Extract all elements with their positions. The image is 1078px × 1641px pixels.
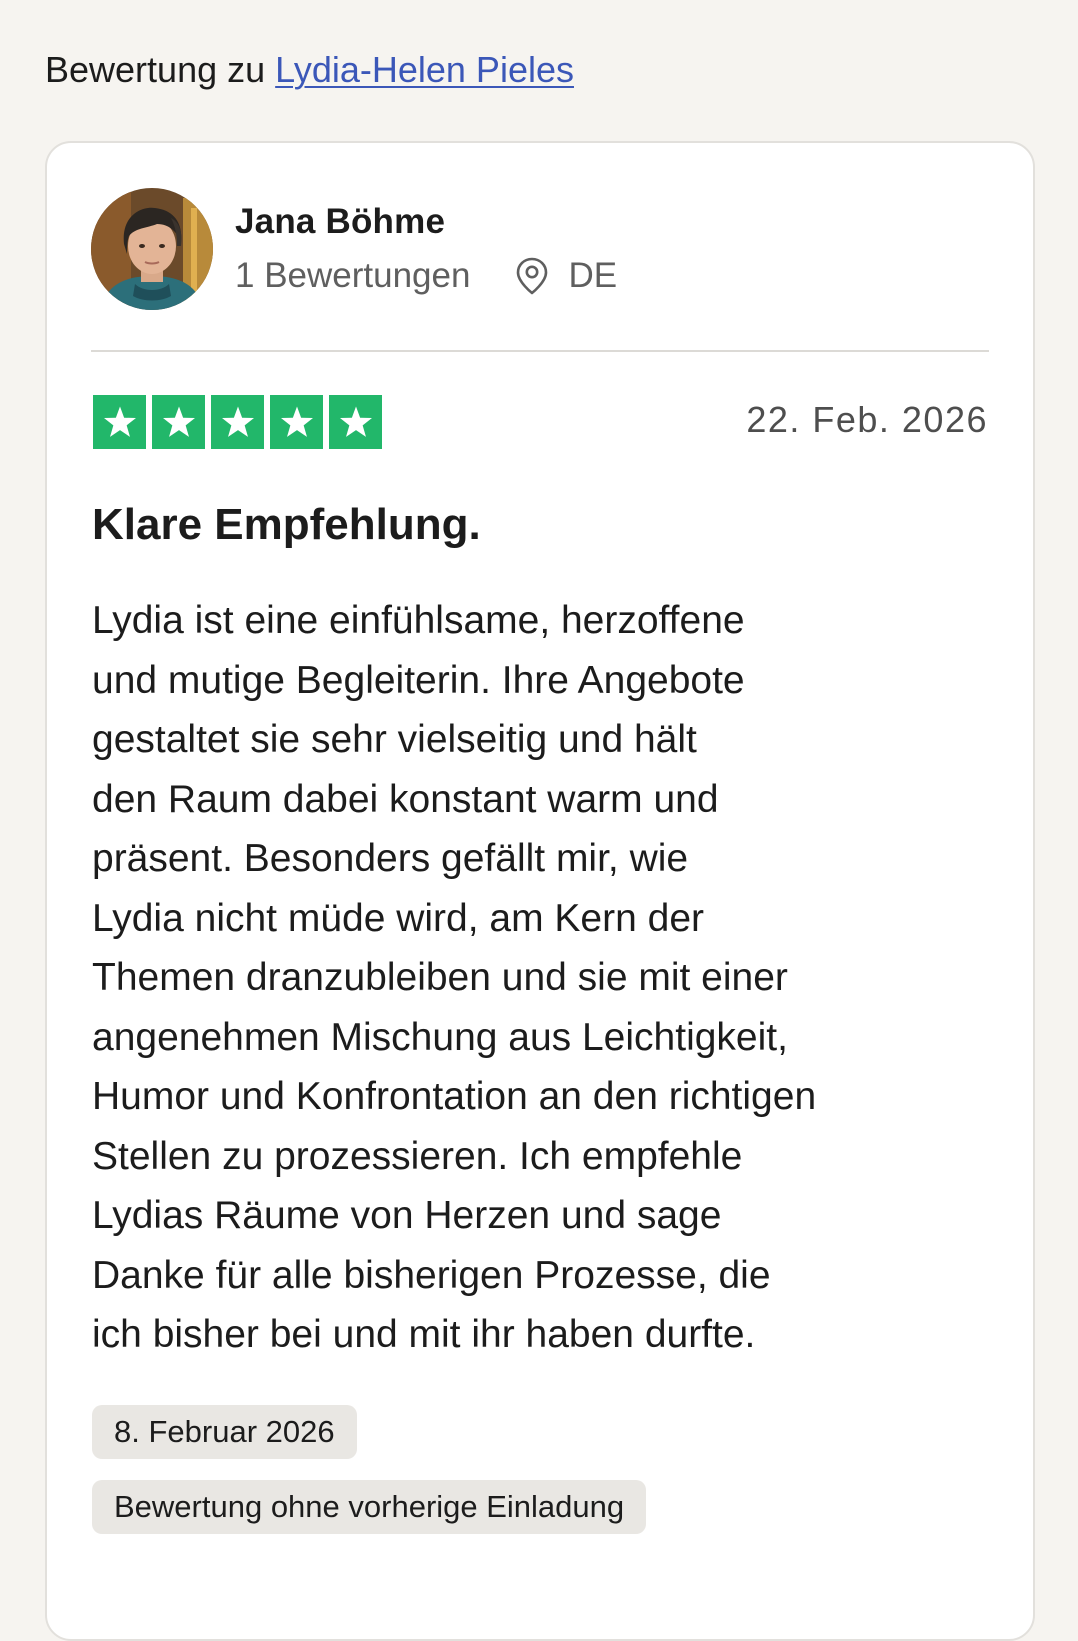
star-icon [93,395,146,449]
location: DE [514,253,617,299]
reviewer-section: Jana Böhme 1 Bewertungen DE [91,187,617,311]
review-text-line: Stellen zu prozessieren. Ich empfehle [92,1134,743,1178]
star-icon [152,395,205,449]
review-count: 1 Bewertungen [235,256,471,295]
star-icon [211,395,264,449]
experience-date-badge: 8. Februar 2026 [92,1405,357,1459]
review-text-line: Lydias Räume von Herzen und sage [92,1194,722,1237]
star-icon [329,395,382,449]
review-date: 22. Feb. 2026 [746,399,988,440]
reviewer-name[interactable]: Jana Böhme [235,199,617,245]
review-text-line: präsent. Besonders gefällt mir, wie [92,837,689,880]
star-rating [93,395,382,449]
review-text-line: Humor und Konfrontation an den richtigen [92,1075,817,1118]
invitation-status-badge[interactable]: Bewertung ohne vorherige Einladung [92,1480,647,1534]
page-header: Bewertung zu Lydia-Helen Pieles [45,46,574,94]
review-card: Jana Böhme 1 Bewertungen DE 22. Feb. 202… [45,141,1035,1641]
company-link[interactable]: Lydia-Helen Pieles [275,49,574,90]
review-text-line: Danke für alle bisherigen Prozesse, die [92,1253,771,1297]
review-text-line: den Raum dabei konstant warm und [92,777,719,821]
review-title: Klare Empfehlung. [92,500,481,549]
review-text-line: ich bisher bei und mit ihr haben durfte. [92,1313,756,1356]
review-text-line: gestaltet sie sehr vielseitig und hält [92,718,697,761]
divider [91,350,989,352]
country-code: DE [568,256,618,295]
avatar[interactable] [91,188,213,310]
review-text-line: angenehmen Mischung aus Leichtigkeit, [92,1015,788,1059]
review-text-line: Lydia nicht müde wird, am Kern der [92,896,705,940]
review-text-line: Themen dranzubleiben und sie mit einer [92,956,788,999]
review-text-line: und mutige Begleiterin. Ihre Angebote [92,658,745,702]
reviewer-meta: 1 Bewertungen DE [235,253,617,299]
header-prefix: Bewertung zu [45,49,266,90]
map-pin-icon [517,257,548,295]
star-icon [270,395,323,449]
review-text-line: Lydia ist eine einfühlsame, herzoffene [92,599,745,642]
reviewer-info: Jana Böhme 1 Bewertungen DE [235,199,617,299]
review-body: Lydia ist eine einfühlsame, herzoffene u… [92,591,992,1365]
